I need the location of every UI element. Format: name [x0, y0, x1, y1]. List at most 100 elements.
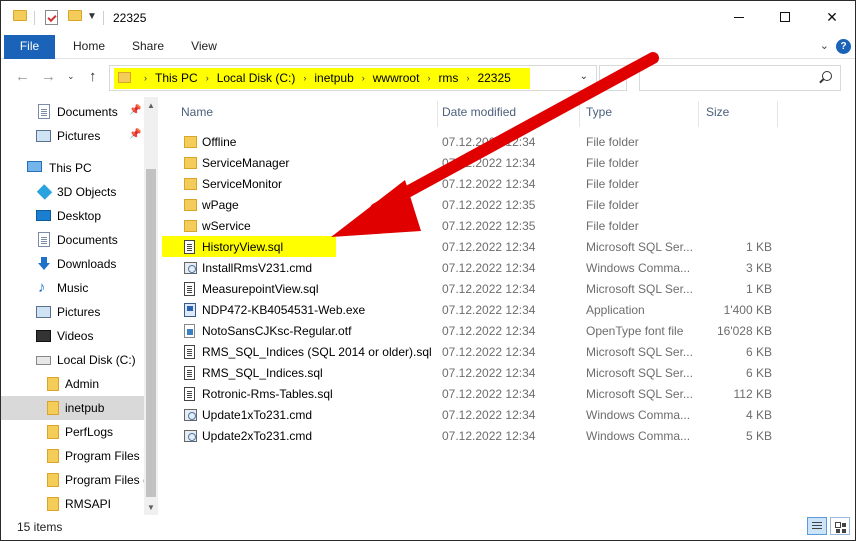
file-row[interactable]: ServiceManager 07.12.2022 12:34 File fol… — [161, 152, 855, 173]
sidebar-item-label: 3D Objects — [57, 185, 117, 199]
file-row[interactable]: NDP472-KB4054531-Web.exe 07.12.2022 12:3… — [161, 299, 855, 320]
file-row[interactable]: wService 07.12.2022 12:35 File folder — [161, 215, 855, 236]
chevron-right-icon[interactable]: › — [427, 73, 430, 83]
sidebar-item-inetpub[interactable]: inetpub — [1, 396, 144, 420]
sidebar-item-this-pc[interactable]: This PC — [1, 156, 144, 180]
chevron-right-icon[interactable]: › — [206, 73, 209, 83]
sidebar-item-local-disk[interactable]: Local Disk (C:) — [1, 348, 144, 372]
chevron-right-icon[interactable]: › — [303, 73, 306, 83]
sidebar-scrollbar[interactable]: ▲ ▼ — [144, 97, 158, 515]
divider — [34, 11, 35, 25]
new-folder-icon[interactable] — [68, 10, 82, 21]
sidebar-item-label: inetpub — [65, 401, 105, 415]
column-divider[interactable] — [777, 101, 778, 127]
maximize-button[interactable] — [763, 1, 809, 33]
sidebar-item-label: Documents — [57, 233, 118, 247]
up-arrow-icon[interactable]: ↑ — [89, 68, 97, 85]
file-row[interactable]: RMS_SQL_Indices.sql 07.12.2022 12:34 Mic… — [161, 362, 855, 383]
tab-view[interactable]: View — [181, 35, 227, 59]
file-name: RMS_SQL_Indices.sql — [202, 366, 323, 380]
file-row[interactable]: InstallRmsV231.cmd 07.12.2022 12:34 Wind… — [161, 257, 855, 278]
recent-locations-icon[interactable]: ⌄ — [67, 71, 75, 82]
folder-icon — [47, 377, 59, 391]
address-dropdown-icon[interactable]: ⌄ — [580, 71, 588, 82]
breadcrumb-item[interactable]: rms — [438, 71, 458, 85]
file-row[interactable]: RMS_SQL_Indices (SQL 2014 or older).sql … — [161, 341, 855, 362]
sidebar-item-program-files-x86[interactable]: Program Files ( — [1, 468, 147, 492]
breadcrumb-item[interactable]: This PC — [155, 71, 198, 85]
column-header-size[interactable]: Size — [706, 105, 729, 119]
scroll-down-icon[interactable]: ▼ — [147, 503, 155, 512]
tab-file[interactable]: File — [4, 35, 55, 59]
file-type: File folder — [586, 156, 639, 170]
tab-share[interactable]: Share — [123, 35, 173, 59]
sidebar-item-program-files[interactable]: Program Files — [1, 444, 144, 468]
sidebar-item-downloads[interactable]: Downloads — [1, 252, 144, 276]
file-row[interactable]: NotoSansCJKsc-Regular.otf 07.12.2022 12:… — [161, 320, 855, 341]
pin-icon[interactable]: 📌 — [129, 105, 141, 116]
forward-arrow-icon[interactable]: → — [41, 68, 56, 85]
sidebar-item-label: Local Disk (C:) — [57, 353, 136, 367]
sidebar-item-rmsapi[interactable]: RMSAPI — [1, 492, 144, 516]
file-type: Windows Comma... — [586, 429, 691, 443]
column-divider[interactable] — [579, 101, 580, 127]
sidebar-item-admin[interactable]: Admin — [1, 372, 144, 396]
close-icon: ✕ — [826, 9, 838, 25]
file-row[interactable]: wPage 07.12.2022 12:35 File folder — [161, 194, 855, 215]
breadcrumb-item[interactable]: 22325 — [477, 71, 510, 85]
sidebar-item-pictures-pinned[interactable]: Pictures 📌 — [1, 124, 144, 148]
customize-quick-access-icon[interactable]: ▼ — [87, 11, 97, 22]
file-date: 07.12.2022 12:34 — [442, 261, 536, 275]
sidebar-item-videos[interactable]: Videos — [1, 324, 144, 348]
breadcrumb-item[interactable]: wwwroot — [373, 71, 420, 85]
file-row-highlighted[interactable]: HistoryView.sql 07.12.2022 12:34 Microso… — [161, 236, 855, 257]
chevron-right-icon[interactable]: › — [144, 73, 147, 83]
properties-icon[interactable] — [45, 10, 58, 25]
file-row[interactable]: Update2xTo231.cmd 07.12.2022 12:34 Windo… — [161, 425, 855, 446]
column-divider[interactable] — [698, 101, 699, 127]
pc-icon — [27, 161, 42, 172]
close-button[interactable]: ✕ — [809, 1, 855, 33]
expand-ribbon-icon[interactable]: ⌄ — [820, 39, 829, 52]
tab-home[interactable]: Home — [63, 35, 115, 59]
pin-icon[interactable]: 📌 — [129, 129, 141, 140]
help-icon[interactable]: ? — [836, 39, 851, 54]
back-arrow-icon[interactable]: ← — [15, 68, 30, 85]
maximize-icon — [780, 12, 790, 22]
breadcrumb-item[interactable]: Local Disk (C:) — [217, 71, 296, 85]
sidebar-item-pictures[interactable]: Pictures — [1, 300, 144, 324]
file-row[interactable]: Offline 07.12.2022 12:34 File folder — [161, 131, 855, 152]
sidebar-item-desktop[interactable]: Desktop — [1, 204, 144, 228]
file-row[interactable]: Rotronic-Rms-Tables.sql 07.12.2022 12:34… — [161, 383, 855, 404]
sidebar-item-documents-pinned[interactable]: Documents 📌 — [1, 100, 144, 124]
file-date: 07.12.2022 12:35 — [442, 219, 536, 233]
breadcrumb-item[interactable]: inetpub — [314, 71, 353, 85]
chevron-right-icon[interactable]: › — [362, 73, 365, 83]
sidebar-item-music[interactable]: ♪ Music — [1, 276, 144, 300]
minimize-button[interactable] — [717, 1, 763, 33]
refresh-button[interactable] — [599, 65, 627, 91]
sidebar-item-documents[interactable]: Documents — [1, 228, 144, 252]
column-header-type[interactable]: Type — [586, 105, 612, 119]
file-name: ServiceMonitor — [202, 177, 283, 191]
address-bar[interactable]: › This PC › Local Disk (C:) › inetpub › … — [109, 65, 597, 91]
file-row[interactable]: ServiceMonitor 07.12.2022 12:34 File fol… — [161, 173, 855, 194]
large-icons-view-button[interactable] — [830, 517, 850, 535]
chevron-right-icon[interactable]: › — [466, 73, 469, 83]
sidebar-item-perflogs[interactable]: PerfLogs — [1, 420, 144, 444]
column-header-name[interactable]: Name — [181, 105, 213, 119]
sidebar-item-label: PerfLogs — [65, 425, 114, 439]
file-size: 1 KB — [745, 240, 772, 254]
folder-icon — [47, 473, 59, 487]
search-input[interactable] — [639, 65, 841, 91]
file-row[interactable]: Update1xTo231.cmd 07.12.2022 12:34 Windo… — [161, 404, 855, 425]
column-header-date[interactable]: Date modified — [442, 105, 516, 119]
scroll-thumb[interactable] — [146, 169, 156, 497]
exe-file-icon — [184, 303, 196, 317]
sql-file-icon — [184, 387, 195, 401]
scroll-up-icon[interactable]: ▲ — [147, 101, 155, 110]
column-divider[interactable] — [437, 101, 438, 127]
sidebar-item-3d-objects[interactable]: 3D Objects — [1, 180, 144, 204]
file-row[interactable]: MeasurepointView.sql 07.12.2022 12:34 Mi… — [161, 278, 855, 299]
details-view-button[interactable] — [807, 517, 827, 535]
